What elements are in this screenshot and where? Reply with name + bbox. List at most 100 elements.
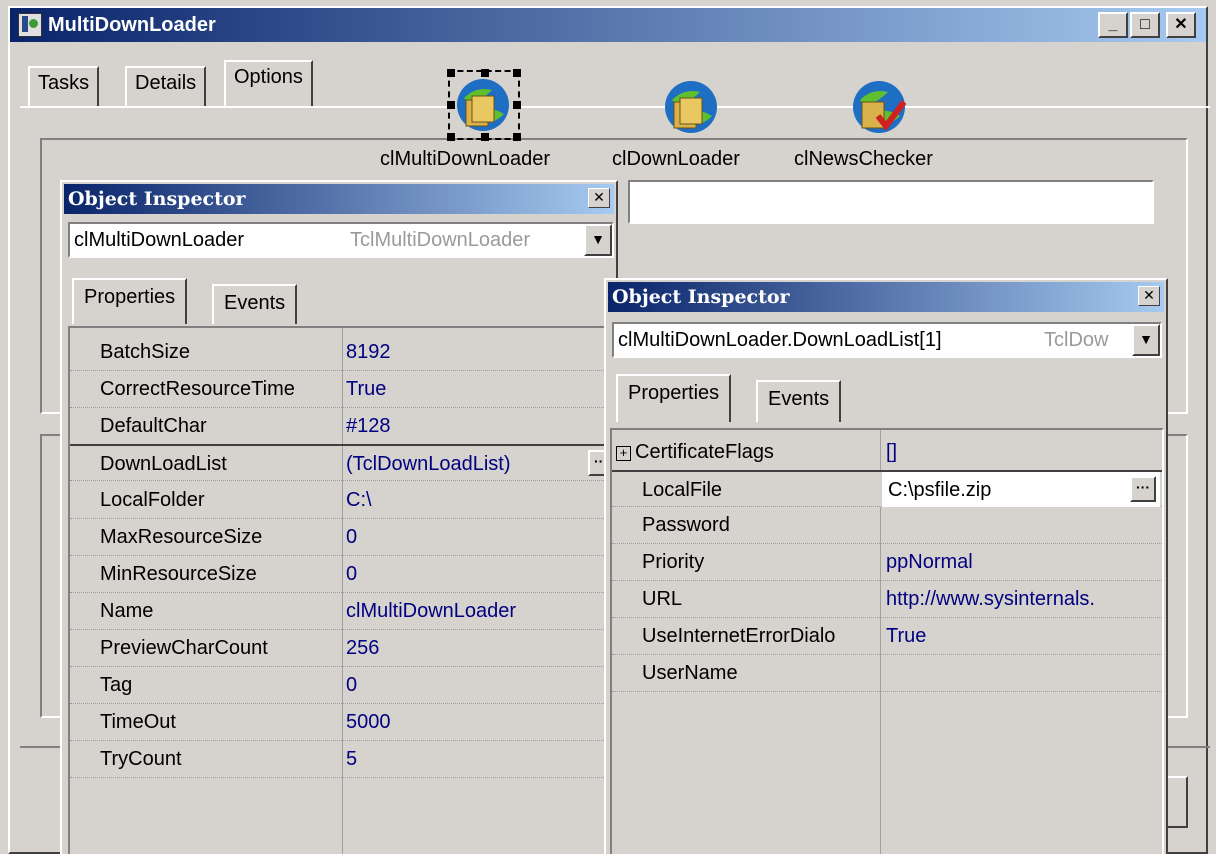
- property-value[interactable]: C:\: [346, 489, 372, 512]
- download-component-icon[interactable]: [660, 76, 722, 138]
- property-row[interactable]: DefaultChar #128: [70, 408, 614, 445]
- selection-handle[interactable]: [513, 101, 521, 109]
- property-value[interactable]: clMultiDownLoader: [346, 600, 516, 623]
- options-text-field[interactable]: [628, 180, 1154, 224]
- property-value[interactable]: 0: [346, 526, 357, 549]
- property-row[interactable]: PreviewCharCount 256: [70, 630, 614, 667]
- minimize-button[interactable]: _: [1098, 12, 1128, 38]
- property-row[interactable]: Name clMultiDownLoader: [70, 593, 614, 630]
- chevron-down-icon[interactable]: ▼: [1132, 324, 1160, 356]
- object-name: clMultiDownLoader: [74, 229, 245, 251]
- object-name: clMultiDownLoader.DownLoadList[1]: [618, 329, 942, 351]
- tab-events[interactable]: Events: [212, 284, 298, 324]
- tab-tasks[interactable]: Tasks: [28, 66, 100, 106]
- property-value[interactable]: 8192: [346, 341, 391, 364]
- property-row[interactable]: TryCount 5: [70, 741, 614, 778]
- property-value[interactable]: C:\psfile.zip: [888, 479, 991, 502]
- property-value[interactable]: ppNormal: [886, 551, 973, 574]
- tab-divider: [20, 106, 1210, 108]
- property-value[interactable]: http://www.sysinternals.: [886, 588, 1095, 611]
- property-row[interactable]: MinResourceSize 0: [70, 556, 614, 593]
- property-row[interactable]: Priority ppNormal: [612, 544, 1162, 581]
- window-title: MultiDownLoader: [48, 13, 216, 36]
- tab-details[interactable]: Details: [125, 66, 207, 106]
- property-value[interactable]: True: [886, 625, 926, 648]
- property-value[interactable]: 5000: [346, 711, 391, 734]
- property-value[interactable]: 0: [346, 674, 357, 697]
- inspector-close-button[interactable]: ✕: [588, 188, 610, 208]
- close-button[interactable]: ✕: [1166, 12, 1196, 38]
- property-row[interactable]: UserName: [612, 655, 1162, 692]
- object-class: TclDow: [1044, 329, 1109, 351]
- property-row[interactable]: BatchSize 8192: [70, 334, 614, 371]
- property-name: LocalFile: [642, 479, 723, 501]
- tab-events[interactable]: Events: [756, 380, 842, 422]
- property-row[interactable]: Tag 0: [70, 667, 614, 704]
- property-name: Name: [100, 600, 154, 622]
- inspector-close-button[interactable]: ✕: [1138, 286, 1160, 306]
- property-value[interactable]: 5: [346, 748, 357, 771]
- property-name: DefaultChar: [100, 415, 207, 437]
- selection-handle[interactable]: [513, 133, 521, 141]
- property-row-selected[interactable]: LocalFile C:\psfile.zip ···: [612, 470, 1162, 507]
- component-label: clDownLoader: [612, 148, 740, 170]
- property-name: Password: [642, 514, 730, 536]
- selection-handle[interactable]: [447, 101, 455, 109]
- property-row[interactable]: MaxResourceSize 0: [70, 519, 614, 556]
- property-name: Tag: [100, 674, 133, 696]
- property-row[interactable]: TimeOut 5000: [70, 704, 614, 741]
- property-value[interactable]: (TclDownLoadList): [346, 453, 511, 476]
- property-row[interactable]: LocalFolder C:\: [70, 482, 614, 519]
- selection-handle[interactable]: [513, 69, 521, 77]
- property-row-selected[interactable]: DownLoadList (TclDownLoadList) ···: [70, 444, 614, 481]
- object-inspector-1: Object Inspector ✕ clMultiDownLoader Tcl…: [60, 180, 618, 854]
- app-icon: [18, 13, 42, 37]
- tab-options[interactable]: Options: [224, 60, 313, 108]
- property-name: Priority: [642, 551, 705, 573]
- inspector-title[interactable]: Object Inspector: [64, 184, 614, 214]
- component-label: clNewsChecker: [794, 148, 933, 170]
- property-name: PreviewCharCount: [100, 637, 268, 659]
- property-name: DownLoadList: [100, 453, 227, 475]
- property-value[interactable]: 256: [346, 637, 379, 660]
- property-name: TimeOut: [100, 711, 176, 733]
- object-class: TclMultiDownLoader: [350, 229, 531, 251]
- tab-properties[interactable]: Properties: [72, 278, 188, 324]
- ellipsis-button[interactable]: ···: [1130, 476, 1156, 502]
- inspector-title[interactable]: Object Inspector: [608, 282, 1164, 312]
- property-row[interactable]: + CertificateFlags []: [612, 434, 1162, 471]
- property-name: MinResourceSize: [100, 563, 257, 585]
- download-component-icon[interactable]: [452, 74, 514, 136]
- selection-handle[interactable]: [447, 133, 455, 141]
- property-name: CertificateFlags: [635, 441, 774, 463]
- component-label: clMultiDownLoader: [380, 148, 551, 170]
- property-name: BatchSize: [100, 341, 191, 363]
- property-value[interactable]: #128: [346, 415, 391, 438]
- property-value[interactable]: 0: [346, 563, 357, 586]
- property-grid: + CertificateFlags [] LocalFile C:\psfile.z…: [610, 428, 1164, 854]
- chevron-down-icon[interactable]: ▼: [584, 224, 612, 256]
- selection-handle[interactable]: [447, 69, 455, 77]
- property-value[interactable]: []: [886, 441, 897, 464]
- property-row[interactable]: UseInternetErrorDialo True: [612, 618, 1162, 655]
- property-name: URL: [642, 588, 683, 610]
- property-row[interactable]: Password: [612, 507, 1162, 544]
- property-name: UserName: [642, 662, 738, 684]
- selection-handle[interactable]: [481, 69, 489, 77]
- main-titlebar[interactable]: MultiDownLoader: [10, 8, 1206, 42]
- object-selector[interactable]: clMultiDownLoader.DownLoadList[1] TclDow…: [612, 322, 1162, 358]
- object-inspector-2: Object Inspector ✕ clMultiDownLoader.Dow…: [604, 278, 1168, 854]
- expand-icon[interactable]: +: [616, 446, 631, 461]
- maximize-button[interactable]: □: [1130, 12, 1160, 38]
- property-value[interactable]: True: [346, 378, 386, 401]
- property-row[interactable]: CorrectResourceTime True: [70, 371, 614, 408]
- property-name: TryCount: [100, 748, 182, 770]
- property-row[interactable]: URL http://www.sysinternals.: [612, 581, 1162, 618]
- news-checker-icon[interactable]: [848, 76, 910, 138]
- property-name: CorrectResourceTime: [100, 378, 295, 400]
- selection-handle[interactable]: [481, 133, 489, 141]
- tab-properties[interactable]: Properties: [616, 374, 732, 422]
- object-selector[interactable]: clMultiDownLoader TclMultiDownLoader ▼: [68, 222, 614, 258]
- value-editor[interactable]: C:\psfile.zip ···: [882, 472, 1160, 507]
- property-grid: BatchSize 8192 CorrectResourceTime True De…: [68, 326, 616, 854]
